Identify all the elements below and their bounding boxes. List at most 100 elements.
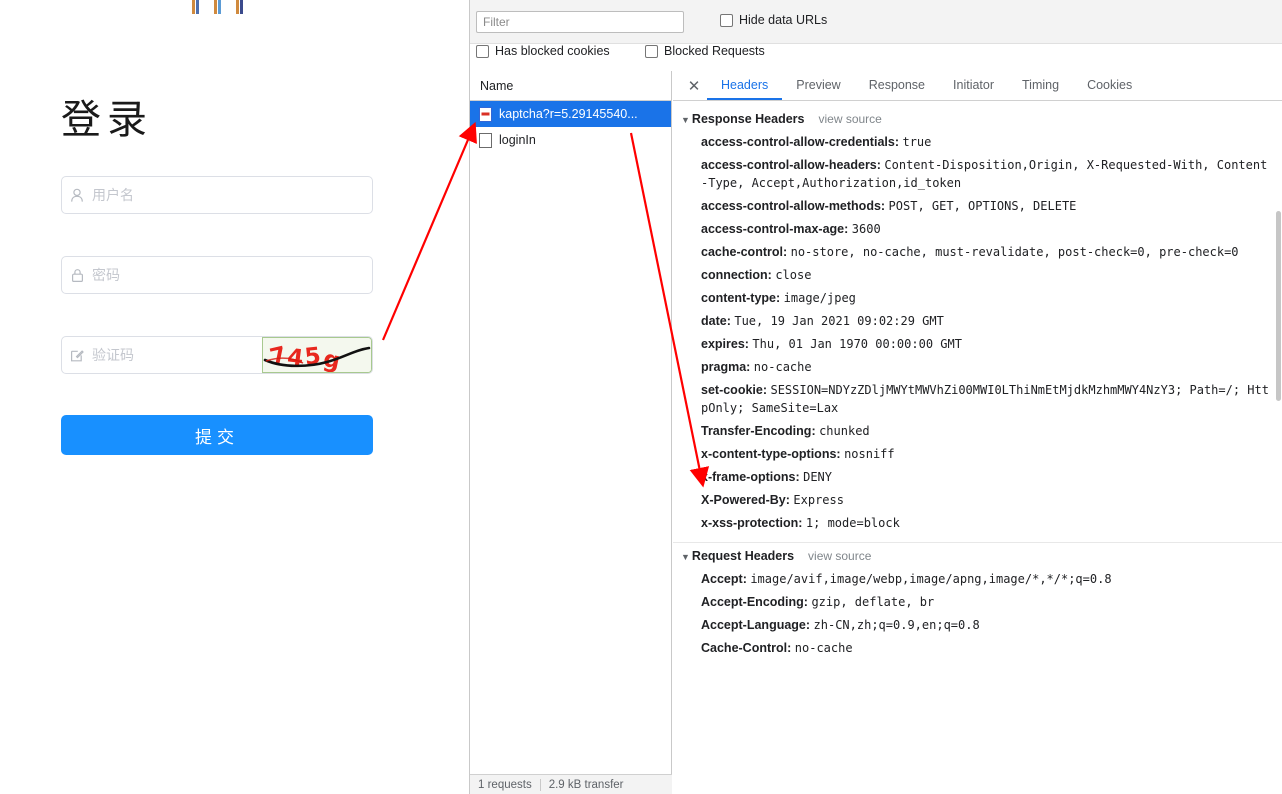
header-value: no-cache [753,359,812,374]
header-row: pragma: no-cache [701,359,812,374]
header-value: Thu, 01 Jan 1970 00:00:00 GMT [752,336,962,351]
response-headers-section-title[interactable]: ▼ Response Headers view source [673,108,1282,130]
header-name: access-control-allow-headers [701,157,877,172]
has-blocked-cookies-checkbox[interactable]: Has blocked cookies [476,44,610,58]
header-value: close [775,267,812,282]
header-row: Transfer-Encoding: chunked [701,423,870,438]
header-row: date: Tue, 19 Jan 2021 09:02:29 GMT [701,313,944,328]
header-value: image/jpeg [783,290,856,305]
header-row: Accept-Encoding: gzip, deflate, br [701,594,935,609]
header-name: Accept [701,571,743,586]
section-divider [673,542,1282,543]
header-name: pragma [701,359,747,374]
tab-cookies[interactable]: Cookies [1073,71,1146,100]
blocked-requests-checkbox[interactable]: Blocked Requests [645,44,765,58]
captcha-placeholder: 验证码 [92,348,134,364]
login-page-pane: 登录 用户名 密码 验证码 7 4 5 g 提交 [0,0,469,794]
edit-square-icon [62,348,92,363]
submit-button[interactable]: 提交 [61,415,373,455]
header-name: x-frame-options [701,469,796,484]
document-file-icon [479,132,492,148]
header-value: true [902,134,932,149]
tab-initiator[interactable]: Initiator [939,71,1008,100]
view-source-link-request[interactable]: view source [808,549,871,563]
tab-preview[interactable]: Preview [782,71,854,100]
request-name: kaptcha?r=5.29145540... [499,107,638,121]
decorative-bars [188,0,248,14]
header-row: access-control-allow-credentials: true [701,134,932,149]
network-filter-bar: Hide data URLs All XHR JS CSS Img Media … [470,0,1282,58]
header-value: chunked [819,423,870,438]
header-value: 3600 [851,221,881,236]
header-value: gzip, deflate, br [811,594,935,609]
tab-headers[interactable]: Headers [707,71,783,100]
header-row: cache-control: no-store, no-cache, must-… [701,244,1239,259]
headers-content: ▼ Response Headers view source access-con… [673,102,1282,794]
header-name: set-cookie [701,382,763,397]
header-row: connection: close [701,267,812,282]
request-headers-section-title[interactable]: ▼ Request Headers view source [673,545,1282,567]
header-name: Accept-Encoding [701,594,804,609]
request-detail-pane: ✕ Headers Preview Response Initiator Tim… [673,71,1282,794]
header-row: Cache-Control: no-cache [701,640,853,655]
header-row: x-frame-options: DENY [701,469,832,484]
header-name: access-control-allow-methods [701,198,881,213]
username-field[interactable]: 用户名 [61,176,373,214]
checkbox-box [645,44,658,58]
header-row: Accept: image/avif,image/webp,image/apng… [701,571,1112,586]
header-name: Transfer-Encoding [701,423,812,438]
lock-icon [62,268,92,283]
checkbox-box [720,13,733,27]
username-placeholder: 用户名 [92,188,134,204]
header-name: cache-control [701,244,783,259]
captcha-field[interactable]: 验证码 7 4 5 g [61,336,373,374]
filter-input[interactable] [476,11,684,33]
requests-count: 1 requests [478,778,532,791]
response-headers-label: Response Headers [691,112,805,126]
hide-data-urls-label: Hide data URLs [739,13,828,27]
transfer-size: 2.9 kB transfer [548,778,624,791]
vertical-scrollbar[interactable] [1276,211,1281,401]
header-name: connection [701,267,768,282]
checkbox-box [476,44,489,58]
captcha-image[interactable]: 7 4 5 g [262,337,372,373]
header-value: no-cache [794,640,853,655]
header-row: X-Powered-By: Express [701,492,844,507]
header-name: access-control-max-age [701,221,845,236]
header-row: expires: Thu, 01 Jan 1970 00:00:00 GMT [701,336,962,351]
header-name: content-type [701,290,776,305]
password-placeholder: 密码 [92,268,120,284]
header-value: Express [793,492,844,507]
requests-column-header: Name [470,71,671,101]
header-value: no-store, no-cache, must-revalidate, pos… [790,244,1239,259]
user-icon [62,188,92,203]
network-status-bar: 1 requests 2.9 kB transfer [470,774,672,794]
page-title: 登录 [61,97,153,143]
header-row: Accept-Language: zh-CN,zh;q=0.9,en;q=0.8 [701,617,980,632]
close-icon[interactable]: ✕ [681,71,707,100]
header-value: POST, GET, OPTIONS, DELETE [888,198,1077,213]
devtools-network-panel: Hide data URLs All XHR JS CSS Img Media … [469,0,1282,794]
header-row: content-type: image/jpeg [701,290,856,305]
password-field[interactable]: 密码 [61,256,373,294]
image-file-icon [479,106,492,122]
header-value: nosniff [844,446,895,461]
header-value: 1; mode=block [805,515,900,530]
table-row[interactable]: kaptcha?r=5.29145540... [470,101,671,127]
has-blocked-cookies-label: Has blocked cookies [495,44,610,58]
tab-response[interactable]: Response [855,71,939,100]
header-name: Cache-Control [701,640,788,655]
hide-data-urls-checkbox[interactable]: Hide data URLs [720,13,827,27]
table-row[interactable]: loginIn [470,127,671,153]
request-headers-label: Request Headers [691,549,795,563]
header-name: expires [701,336,745,351]
header-value: Tue, 19 Jan 2021 09:02:29 GMT [734,313,944,328]
view-source-link-response[interactable]: view source [818,112,881,126]
header-row: access-control-max-age: 3600 [701,221,881,236]
network-panes: Name kaptcha?r=5.29145540... loginIn 1 r… [470,71,1282,794]
requests-list-pane: Name kaptcha?r=5.29145540... loginIn 1 r… [470,71,672,794]
tab-timing[interactable]: Timing [1008,71,1073,100]
triangle-down-icon: ▼ [681,115,690,125]
blocked-requests-label: Blocked Requests [664,44,765,58]
header-row: set-cookie: SESSION=NDYzZDljMWYtMWVhZi00… [701,382,1269,415]
